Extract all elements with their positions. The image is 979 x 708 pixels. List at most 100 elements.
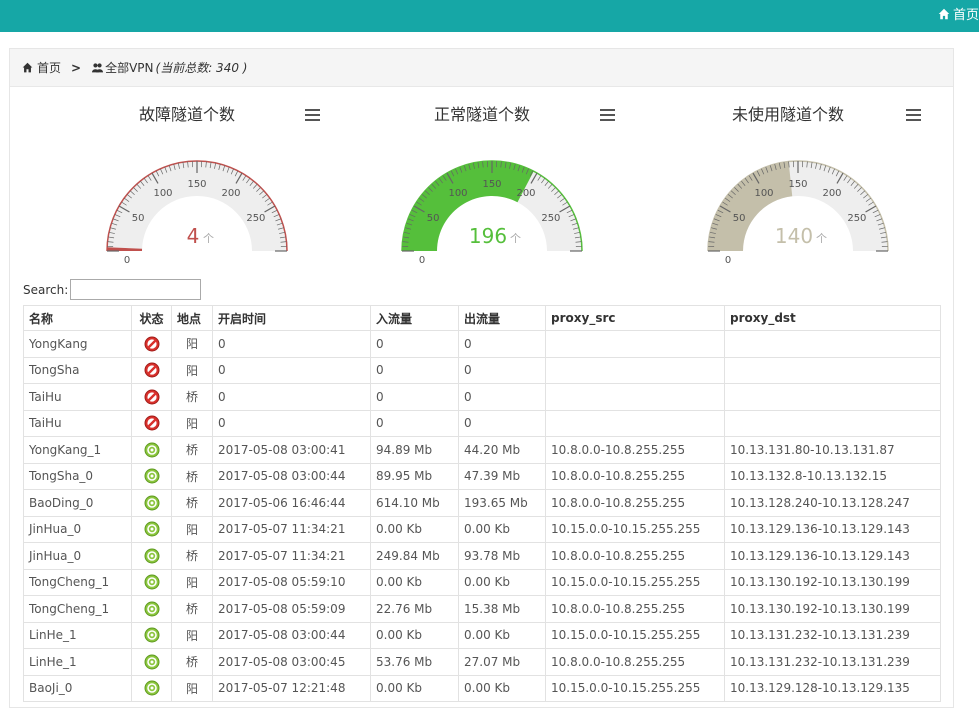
col-header-in-traffic[interactable]: 入流量 — [371, 306, 459, 331]
cell-proxy-dst: 10.13.129.128-10.13.129.135 — [725, 675, 941, 702]
target-icon — [144, 627, 160, 643]
cell-location: 阳 — [172, 569, 213, 596]
gauge-normal: 正常隧道个数 050100150200250196个 — [332, 101, 632, 261]
gauge-dial: 0501001502002504个 — [97, 141, 297, 271]
gauge-unit: 个 — [203, 232, 214, 245]
table-row[interactable]: TongCheng_1桥2017-05-08 05:59:0922.76 Mb1… — [24, 596, 941, 623]
table-row[interactable]: LinHe_1桥2017-05-08 03:00:4553.76 Mb27.07… — [24, 649, 941, 676]
table-row[interactable]: BaoJi_0阳2017-05-07 12:21:480.00 Kb0.00 K… — [24, 675, 941, 702]
table-row[interactable]: JinHua_0阳2017-05-07 11:34:210.00 Kb0.00 … — [24, 516, 941, 543]
cell-proxy-src: 10.15.0.0-10.15.255.255 — [546, 516, 725, 543]
table-body: YongKang阳000TongSha阳000TaiHu桥000TaiHu 阳 0 0… — [24, 331, 941, 702]
home-icon — [938, 8, 950, 20]
cell-proxy-dst — [725, 410, 941, 437]
table-row[interactable]: YongKang阳000 — [24, 331, 941, 358]
cell-proxy-src — [546, 384, 725, 411]
cell-location: 阳 — [172, 675, 213, 702]
table-row[interactable]: LinHe_1阳2017-05-08 03:00:440.00 Kb0.00 K… — [24, 622, 941, 649]
no-entry-icon — [144, 389, 160, 405]
cell-out-traffic: 0 — [459, 357, 546, 384]
gauge-value: 196 — [469, 224, 507, 248]
cell-status — [132, 331, 172, 358]
cell-name: YongKang — [24, 331, 132, 358]
hamburger-menu-icon[interactable] — [305, 109, 320, 122]
cell-proxy-dst: 10.13.130.192-10.13.130.199 — [725, 596, 941, 623]
cell-status — [132, 437, 172, 464]
cell-status — [132, 675, 172, 702]
gauge-tick-label: 50 — [427, 213, 440, 224]
top-home-label: 首页 — [953, 4, 979, 23]
col-header-location[interactable]: 地点 — [172, 306, 213, 331]
cell-start-time: 2017-05-07 11:34:21 — [213, 543, 371, 570]
cell-name: LinHe_1 — [24, 622, 132, 649]
cell-in-traffic: 614.10 Mb — [371, 490, 459, 517]
cell-out-traffic: 193.65 Mb — [459, 490, 546, 517]
gauge-title: 正常隧道个数 — [332, 101, 632, 125]
cell-proxy-src: 10.8.0.0-10.8.255.255 — [546, 490, 725, 517]
cell-out-traffic: 0.00 Kb — [459, 622, 546, 649]
table-row[interactable]: TaiHu阳000 — [24, 410, 941, 437]
cell-proxy-dst — [725, 384, 941, 411]
gauge-value: 140 — [775, 224, 813, 248]
cell-location: 桥 — [172, 649, 213, 676]
table-row[interactable]: JinHua_0桥2017-05-07 11:34:21249.84 Mb93.… — [24, 543, 941, 570]
col-header-status[interactable]: 状态 — [132, 306, 172, 331]
table-header-row: 名称 状态 地点 开启时间 入流量 出流量 proxy_src proxy_ds… — [24, 306, 941, 331]
col-header-proxy-dst[interactable]: proxy_dst — [725, 306, 941, 331]
gauge-unit: 个 — [510, 232, 521, 245]
gauge-tick-label: 50 — [132, 213, 145, 224]
breadcrumb-count: (当前总数: 340 ) — [156, 59, 248, 76]
hamburger-menu-icon[interactable] — [600, 109, 615, 122]
cell-out-traffic: 0 — [459, 410, 546, 437]
col-header-proxy-src[interactable]: proxy_src — [546, 306, 725, 331]
gauge-tick-label: 200 — [516, 188, 535, 199]
cell-in-traffic: 0.00 Kb — [371, 675, 459, 702]
gauge-tick-label: 0 — [725, 255, 731, 266]
table-row[interactable]: TongCheng_1阳2017-05-08 05:59:100.00 Kb0.… — [24, 569, 941, 596]
cell-proxy-dst: 10.13.132.8-10.13.132.15 — [725, 463, 941, 490]
gauge-tick-label: 250 — [541, 213, 560, 224]
gauge-tick-label: 150 — [187, 179, 206, 190]
cell-location: 阳 — [172, 622, 213, 649]
cell-location: 桥 — [172, 490, 213, 517]
cell-location: 阳 — [172, 516, 213, 543]
col-header-name[interactable]: 名称 — [24, 306, 132, 331]
target-icon — [144, 548, 160, 564]
cell-status — [132, 357, 172, 384]
cell-name: JinHua_0 — [24, 516, 132, 543]
cell-out-traffic: 44.20 Mb — [459, 437, 546, 464]
cell-proxy-src: 10.8.0.0-10.8.255.255 — [546, 543, 725, 570]
cell-in-traffic: 0.00 Kb — [371, 569, 459, 596]
table-row[interactable]: TaiHu桥000 — [24, 384, 941, 411]
breadcrumb: 首页 > 全部VPN (当前总数: 340 ) — [10, 49, 953, 87]
top-home-link[interactable]: 首页 — [938, 4, 979, 23]
cell-name: TaiHu — [24, 410, 132, 437]
breadcrumb-home[interactable]: 首页 — [22, 59, 61, 76]
search-input[interactable] — [70, 279, 201, 300]
table-row[interactable]: BaoDing_0桥2017-05-06 16:46:44614.10 Mb19… — [24, 490, 941, 517]
cell-start-time: 0 — [213, 331, 371, 358]
target-icon — [144, 442, 160, 458]
gauge-tick-label: 200 — [221, 188, 240, 199]
cell-start-time: 2017-05-08 03:00:44 — [213, 463, 371, 490]
gauge-title: 未使用隧道个数 — [638, 101, 938, 125]
cell-in-traffic: 22.76 Mb — [371, 596, 459, 623]
cell-location: 阳 — [172, 410, 213, 437]
col-header-start-time[interactable]: 开启时间 — [213, 306, 371, 331]
col-header-out-traffic[interactable]: 出流量 — [459, 306, 546, 331]
table-row[interactable]: TongSha_0桥2017-05-08 03:00:4489.95 Mb47.… — [24, 463, 941, 490]
hamburger-menu-icon[interactable] — [906, 109, 921, 122]
users-icon — [91, 62, 104, 73]
breadcrumb-home-label: 首页 — [37, 59, 61, 76]
table-row[interactable]: YongKang_1桥2017-05-08 03:00:4194.89 Mb44… — [24, 437, 941, 464]
cell-status — [132, 622, 172, 649]
gauge-fault: 故障隧道个数 0501001502002504个 — [37, 101, 337, 261]
target-icon — [144, 468, 160, 484]
table-row[interactable]: TongSha阳000 — [24, 357, 941, 384]
cell-proxy-dst — [725, 357, 941, 384]
cell-in-traffic: 0.00 Kb — [371, 622, 459, 649]
cell-status — [132, 569, 172, 596]
gauge-tick-label: 100 — [448, 188, 467, 199]
breadcrumb-current-label: 全部VPN — [105, 59, 153, 76]
no-entry-icon — [144, 415, 160, 431]
